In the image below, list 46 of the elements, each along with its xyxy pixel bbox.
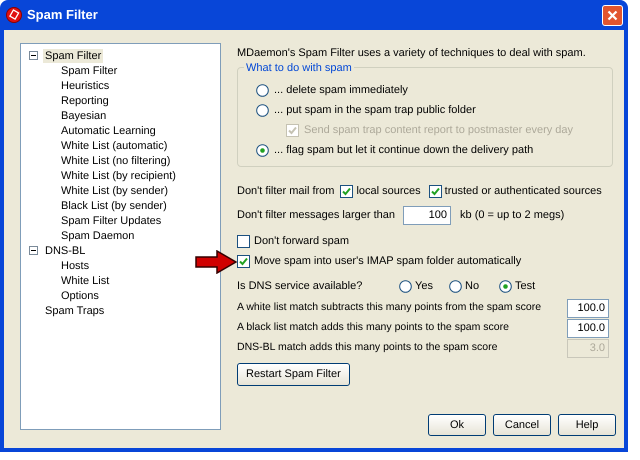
- radio-label: No: [465, 278, 480, 294]
- field-label: DNS-BL match adds this many points to the spam score: [237, 340, 498, 356]
- tree-item[interactable]: DNS-BL: [43, 244, 88, 258]
- field-label: A black list match adds this many points to the spam score: [237, 320, 509, 336]
- checkbox-label: Move spam into user's IMAP spam folder automatically: [254, 254, 522, 269]
- field-label: A white list match subtracts this many points from the spam score: [237, 300, 542, 316]
- tree-item[interactable]: Spam Traps: [43, 304, 106, 318]
- group-title: What to do with spam: [244, 60, 354, 76]
- tree-item[interactable]: Options: [59, 288, 101, 302]
- radio-label: Yes: [415, 278, 433, 294]
- checkbox-label: trusted or authenticated sources: [444, 184, 602, 199]
- tree-item[interactable]: Black List (by sender): [59, 198, 169, 212]
- restart-button[interactable]: Restart Spam Filter: [237, 363, 350, 386]
- tree-item[interactable]: White List (by recipient): [59, 168, 178, 182]
- radio-label: Test: [515, 278, 536, 294]
- score-input[interactable]: 100.0: [567, 298, 609, 318]
- option-label: Send spam trap content report to postmaster every day: [304, 122, 574, 138]
- tree-item[interactable]: Automatic Learning: [59, 124, 158, 138]
- tree-item[interactable]: Spam Filter Updates: [59, 214, 164, 228]
- tree-item[interactable]: White List (no filtering): [59, 154, 172, 168]
- tree-item[interactable]: White List (automatic): [59, 138, 170, 152]
- checkbox-label: local sources: [356, 184, 421, 199]
- description-text: MDaemon's Spam Filter uses a variety of techniques to deal with spam.: [237, 46, 587, 61]
- score-input[interactable]: 100.0: [567, 318, 609, 338]
- window-title: Spam Filter: [27, 6, 98, 24]
- tree-item[interactable]: Spam Filter: [59, 64, 120, 78]
- field-label: Is DNS service available?: [237, 278, 364, 294]
- tree-item[interactable]: White List (by sender): [59, 184, 170, 198]
- dialog-button[interactable]: Cancel: [493, 414, 551, 436]
- dialog-button[interactable]: Help: [558, 414, 616, 436]
- size-input[interactable]: 100: [403, 206, 452, 224]
- option-label: ... flag spam but let it continue down the delivery path: [274, 142, 534, 158]
- field-hint: kb (0 = up to 2 megs): [460, 208, 564, 223]
- field-label: Don't filter mail from: [237, 184, 334, 199]
- field-label: Don't filter messages larger than: [237, 208, 396, 223]
- tree-item[interactable]: Spam Filter: [43, 48, 104, 62]
- option-label: ... delete spam immediately: [274, 82, 408, 98]
- dialog-button[interactable]: Ok: [428, 414, 486, 436]
- option-label: ... put spam in the spam trap public folder: [274, 102, 476, 118]
- tree-item[interactable]: Spam Daemon: [59, 228, 136, 242]
- tree-item[interactable]: Heuristics: [59, 78, 112, 92]
- tree-item[interactable]: Reporting: [59, 94, 111, 108]
- checkbox-label: Don't forward spam: [254, 234, 350, 249]
- tree-item[interactable]: Bayesian: [59, 108, 108, 122]
- tree-item[interactable]: White List: [59, 274, 112, 288]
- tree-item[interactable]: Hosts: [59, 258, 92, 272]
